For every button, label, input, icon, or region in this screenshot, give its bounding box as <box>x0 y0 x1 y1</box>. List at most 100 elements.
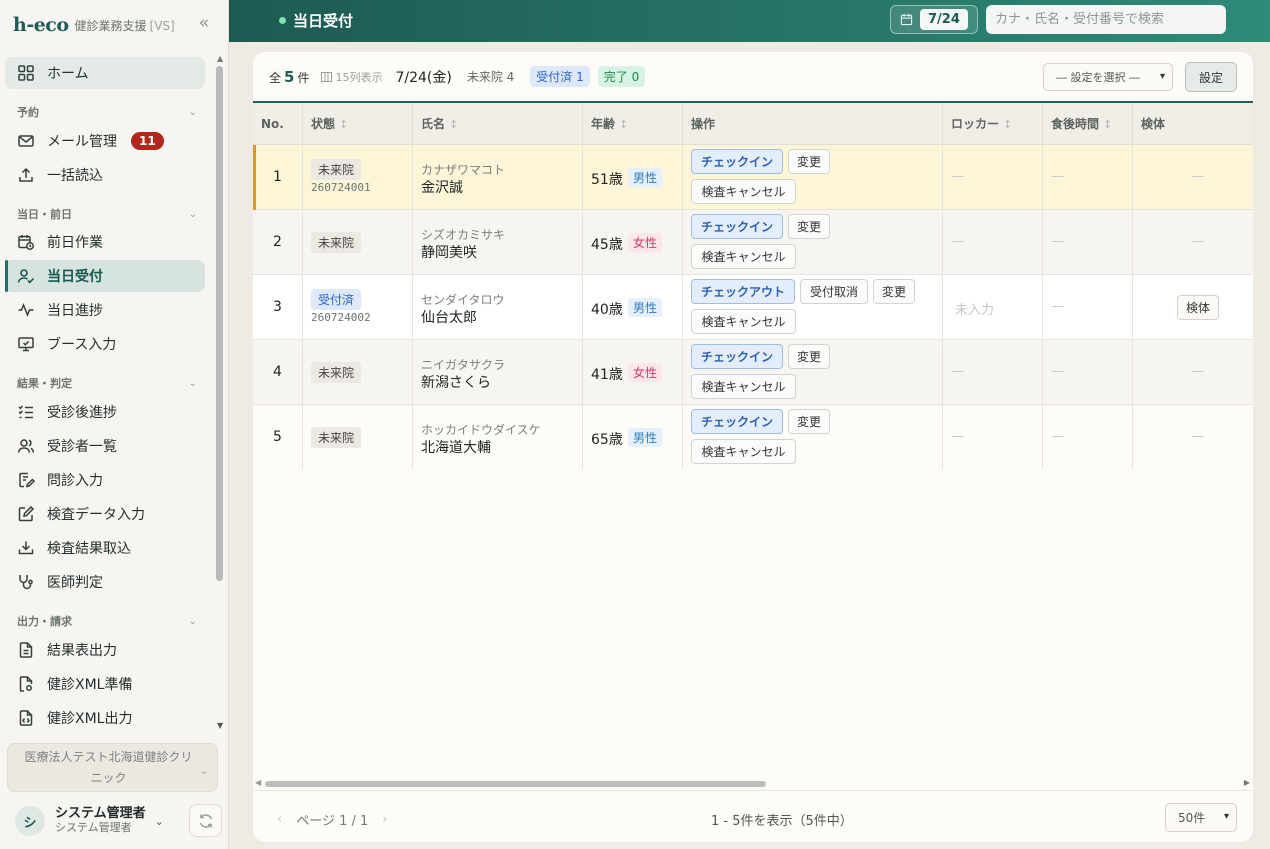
section-output[interactable]: 出力・請求 ⌄ <box>17 613 197 629</box>
next-page-icon[interactable]: › <box>382 812 387 827</box>
age: 45歳 <box>591 237 623 253</box>
app-subtitle: 健診業務支援 <box>74 18 147 33</box>
scroll-left-icon[interactable]: ◀ <box>255 778 261 787</box>
col-status[interactable]: 状態 ↕ <box>303 103 413 145</box>
sidebar-item-interview[interactable]: 問診入力 <box>5 464 205 496</box>
sidebar-item-xml-output[interactable]: 健診XML出力 <box>5 702 205 732</box>
change-button[interactable]: 変更 <box>788 149 830 174</box>
app-logo: h-eco <box>13 14 69 36</box>
sidebar-item-examinees[interactable]: 受診者一覧 <box>5 430 205 462</box>
edit-icon <box>18 505 35 522</box>
col-name[interactable]: 氏名 ↕ <box>413 103 583 145</box>
meal-time-value: — <box>1051 299 1064 314</box>
change-button[interactable]: 変更 <box>788 409 830 434</box>
user-name: システム管理者 <box>55 806 146 821</box>
sort-icon: ↕ <box>619 118 629 131</box>
locker-value: 未入力 <box>955 303 995 318</box>
scroll-thumb[interactable] <box>216 66 223 581</box>
col-meal[interactable]: 食後時間 ↕ <box>1043 103 1133 145</box>
sidebar-item-exam-data[interactable]: 検査データ入力 <box>5 498 205 530</box>
specimen-value: — <box>1191 169 1204 184</box>
sidebar-item-doctor-judgment[interactable]: 医師判定 <box>5 566 205 598</box>
sidebar-item-progress[interactable]: 当日進捗 <box>5 294 205 326</box>
row-no: 1 <box>253 145 303 210</box>
sidebar-item-bulk-import[interactable]: 一括読込 <box>5 159 205 191</box>
name-kanji: 金沢誠 <box>421 180 463 196</box>
cancel-exam-button[interactable]: 検査キャンセル <box>691 244 796 269</box>
app-badge: [VS] <box>149 18 175 33</box>
change-button[interactable]: 変更 <box>788 214 830 239</box>
sidebar-nav: ホーム 予約 ⌄ メール管理 11 一括読込 当日・前日 ⌄ 前日作業 当日受付 当… <box>0 52 215 732</box>
sidebar-item-xml-prep[interactable]: 健診XML準備 <box>5 668 205 700</box>
sidebar-item-label: ホーム <box>47 66 89 82</box>
col-age[interactable]: 年齢 ↕ <box>583 103 683 145</box>
row-no: 5 <box>253 405 303 470</box>
name-kana: カナザワマコト <box>421 163 506 177</box>
specimen-button[interactable]: 検体 <box>1177 295 1219 320</box>
sidebar-item-prev-day[interactable]: 前日作業 <box>5 226 205 258</box>
prev-page-icon[interactable]: ‹ <box>277 812 282 827</box>
checkin-button[interactable]: チェックイン <box>691 409 783 434</box>
table-row[interactable]: 4 未来院 ニイガタサクラ 新潟さくら 41歳 女性 チェックイン 変更 検査キ… <box>253 340 1253 405</box>
sidebar-item-label: 当日受付 <box>47 269 103 285</box>
table-row[interactable]: 5 未来院 ホッカイドウダイスケ 北海道大輔 65歳 男性 チェックイン 変更 … <box>253 405 1253 470</box>
sidebar-item-mail[interactable]: メール管理 11 <box>5 125 205 157</box>
table-row[interactable]: 1 未来院 260724001 カナザワマコト 金沢誠 51歳 男性 チェックイ… <box>253 145 1253 210</box>
per-page-select[interactable]: 50件 ▾ <box>1165 803 1237 832</box>
table-row[interactable]: 3 受付済 260724002 センダイタロウ 仙台太郎 40歳 男性 チェック… <box>253 275 1253 340</box>
sidebar-item-result-output[interactable]: 結果表出力 <box>5 634 205 666</box>
status-dot <box>279 17 286 24</box>
checkout-button[interactable]: チェックアウト <box>691 279 795 304</box>
table-row[interactable]: 2 未来院 シズオカミサキ 静岡美咲 45歳 女性 チェックイン 変更 検査キャ… <box>253 210 1253 275</box>
sidebar-scrollbar[interactable]: ▲ ▼ <box>215 52 227 732</box>
name-kanji: 静岡美咲 <box>421 245 477 261</box>
done-badge: 完了 0 <box>597 66 646 87</box>
horizontal-scrollbar[interactable]: ◀ ▶ <box>253 777 1253 789</box>
clinic-selector[interactable]: 医療法人テスト北海道健診クリニック ⌄ <box>7 743 218 792</box>
scroll-down-icon[interactable]: ▼ <box>217 721 223 730</box>
section-reservation[interactable]: 予約 ⌄ <box>17 104 197 120</box>
column-count[interactable]: 15列表示 <box>321 69 382 85</box>
scroll-right-icon[interactable]: ▶ <box>1244 778 1250 787</box>
collapse-sidebar-icon[interactable]: « <box>194 14 214 34</box>
scroll-thumb[interactable] <box>265 781 766 787</box>
cancel-exam-button[interactable]: 検査キャンセル <box>691 309 796 334</box>
mail-count-badge: 11 <box>131 132 164 150</box>
sidebar-item-post-progress[interactable]: 受診後進捗 <box>5 396 205 428</box>
chevron-down-icon: ⌄ <box>188 615 197 627</box>
name-kana: ホッカイドウダイスケ <box>421 423 541 437</box>
name-kana: センダイタロウ <box>421 293 505 307</box>
col-specimen: 検体 <box>1141 117 1166 131</box>
section-results[interactable]: 結果・判定 ⌄ <box>17 375 197 391</box>
checkin-button[interactable]: チェックイン <box>691 149 783 174</box>
sidebar-item-booth-input[interactable]: ブース入力 <box>5 328 205 360</box>
cancel-reception-button[interactable]: 受付取消 <box>800 279 868 304</box>
chevron-down-icon: ▾ <box>1159 71 1165 82</box>
user-menu[interactable]: シ システム管理者 システム管理者 ⌄ <box>7 801 222 841</box>
col-locker[interactable]: ロッカー ↕ <box>943 103 1043 145</box>
row-no: 4 <box>253 340 303 405</box>
checkin-button[interactable]: チェックイン <box>691 214 783 239</box>
cancel-exam-button[interactable]: 検査キャンセル <box>691 439 796 464</box>
date-picker[interactable]: 7/24 <box>890 5 978 34</box>
sidebar-item-label: 前日作業 <box>47 235 103 251</box>
locker-value: — <box>951 169 964 184</box>
change-button[interactable]: 変更 <box>788 344 830 369</box>
user-check-icon <box>17 269 35 284</box>
scroll-up-icon[interactable]: ▲ <box>217 54 223 63</box>
sidebar-item-home[interactable]: ホーム <box>5 57 205 89</box>
change-button[interactable]: 変更 <box>873 279 915 304</box>
preset-select[interactable]: ― 設定を選択 ― ▾ <box>1043 63 1173 91</box>
pagination: ‹ ページ 1 / 1 › <box>277 810 387 829</box>
chevron-down-icon: ⌄ <box>154 814 164 828</box>
cancel-exam-button[interactable]: 検査キャンセル <box>691 374 796 399</box>
section-day[interactable]: 当日・前日 ⌄ <box>17 206 197 222</box>
search-input[interactable] <box>986 5 1226 34</box>
sidebar-item-reception[interactable]: 当日受付 <box>5 260 205 292</box>
refresh-button[interactable] <box>189 804 222 837</box>
checkin-button[interactable]: チェックイン <box>691 344 783 369</box>
meal-time-value: — <box>1051 234 1064 249</box>
cancel-exam-button[interactable]: 検査キャンセル <box>691 179 796 204</box>
sidebar-item-result-import[interactable]: 検査結果取込 <box>5 532 205 564</box>
settings-button[interactable]: 設定 <box>1185 62 1237 92</box>
